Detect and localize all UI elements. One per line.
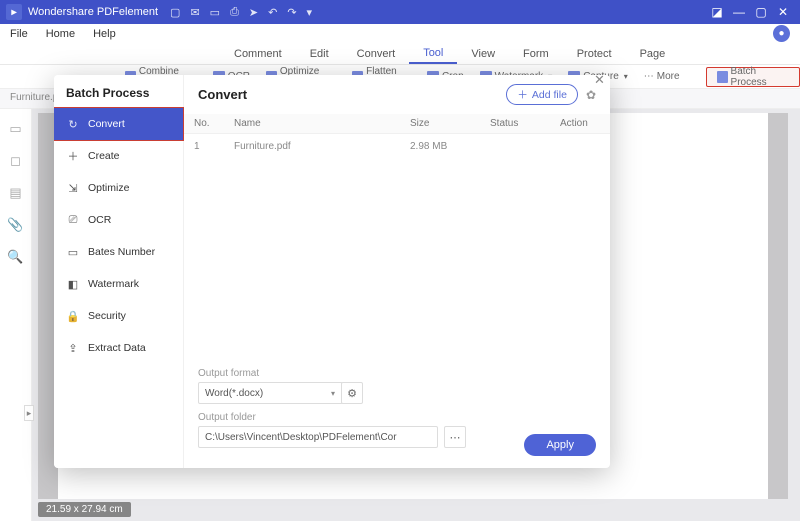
app-name: Wondershare PDFelement [28,6,158,18]
collapse-toggle[interactable]: ▸ [24,405,34,421]
open-icon[interactable]: ▢ [170,6,180,19]
tab-protect[interactable]: Protect [563,43,626,64]
output-format-select[interactable] [198,382,343,404]
sidebar-item-extract[interactable]: ⇪Extract Data [54,332,183,364]
menu-home[interactable]: Home [46,28,75,40]
plus-icon: ＋ [517,87,528,102]
dropdown-icon[interactable]: ▾ [307,6,313,19]
col-action: Action [550,114,610,134]
bates-icon: ▭ [66,245,80,259]
page-dimensions: 21.59 x 27.94 cm [38,502,131,517]
menu-help[interactable]: Help [93,28,116,40]
col-no: No. [184,114,224,134]
format-settings-button[interactable]: ⚙ [341,382,363,404]
more-icon: ⋯ [644,71,654,82]
tab-edit[interactable]: Edit [296,43,343,64]
add-file-button[interactable]: ＋Add file [506,84,578,105]
col-status: Status [480,114,550,134]
print-icon[interactable]: ⎙ [230,6,239,19]
app-logo: ▸ [6,4,22,20]
redo-icon[interactable]: ↷ [287,6,296,19]
maximize-button[interactable]: ▢ [750,5,772,19]
batch-title: Batch Process [54,75,183,108]
col-name: Name [224,114,400,134]
watermark2-icon: ◧ [66,277,80,291]
tool-more[interactable]: ⋯More [639,67,685,87]
batch-header: Convert ＋Add file ✿ [184,75,610,114]
apply-button[interactable]: Apply [524,434,596,456]
output-format-field: Output format ▾ ⚙ [198,368,596,404]
minimize-button[interactable]: ― [728,5,750,19]
extract-icon: ⇪ [66,341,80,355]
win-extra-icon[interactable]: ◪ [706,5,728,19]
undo-icon[interactable]: ↶ [268,6,277,19]
tab-form[interactable]: Form [509,43,563,64]
tab-view[interactable]: View [457,43,509,64]
tool-batch-process[interactable]: Batch Process [706,67,800,87]
titlebar: ▸ Wondershare PDFelement ▢ ✉ ▭ ⎙ ➤ ↶ ↷ ▾… [0,0,800,24]
save-icon[interactable]: ▭ [210,6,220,19]
comments-icon[interactable]: ▤ [9,185,21,201]
gear-icon: ⚙ [347,387,357,400]
tab-tool[interactable]: Tool [409,43,457,64]
bookmark-icon[interactable]: ◻ [10,153,21,169]
table-row[interactable]: 1 Furniture.pdf 2.98 MB [184,134,610,160]
sidebar-item-convert[interactable]: ↻Convert [54,108,183,140]
tabbar: Comment Edit Convert Tool View Form Prot… [0,43,800,65]
batch-main: Convert ＋Add file ✿ No. Name Size Status… [184,75,610,468]
sidebar-item-bates[interactable]: ▭Bates Number [54,236,183,268]
close-button[interactable]: ✕ [772,5,794,19]
file-table: No. Name Size Status Action 1 Furniture.… [184,114,610,159]
batch-process-modal: Batch Process ↻Convert ＋Create ⇲Optimize… [54,75,610,468]
sidebar-item-optimize[interactable]: ⇲Optimize [54,172,183,204]
output-folder-input[interactable] [198,426,438,448]
titlebar-quick-icons: ▢ ✉ ▭ ⎙ ➤ ↶ ↷ ▾ [170,6,312,19]
thumbnails-icon[interactable]: ▭ [9,121,21,137]
menubar: File Home Help ● [0,24,800,43]
output-folder-label: Output folder [198,412,596,423]
ocr2-icon: ⎚ [66,213,80,227]
mail-icon[interactable]: ✉ [190,6,199,19]
batch-icon [717,71,728,83]
tab-convert[interactable]: Convert [343,43,410,64]
share-icon[interactable]: ➤ [249,6,258,19]
left-sidestrip: ▭ ◻ ▤ 📎 🔍 [0,109,32,521]
convert-icon: ↻ [66,117,80,131]
sidebar-item-ocr[interactable]: ⎚OCR [54,204,183,236]
col-size: Size [400,114,480,134]
menu-file[interactable]: File [10,28,28,40]
tab-comment[interactable]: Comment [220,43,296,64]
tab-page[interactable]: Page [626,43,680,64]
modal-close-button[interactable]: ✕ [594,72,605,88]
optimize2-icon: ⇲ [66,181,80,195]
attachment-icon[interactable]: 📎 [7,217,23,233]
create-icon: ＋ [66,149,80,163]
search-icon[interactable]: 🔍 [7,249,23,265]
sidebar-item-watermark[interactable]: ◧Watermark [54,268,183,300]
sidebar-item-security[interactable]: 🔒Security [54,300,183,332]
batch-panel-title: Convert [198,87,498,102]
browse-folder-button[interactable]: ⋯ [444,426,466,448]
sidebar-item-create[interactable]: ＋Create [54,140,183,172]
output-format-label: Output format [198,368,596,379]
ellipsis-icon: ⋯ [450,431,461,444]
lock-icon: 🔒 [66,309,80,323]
chevron-down-icon: ▾ [624,72,628,81]
settings-icon[interactable]: ✿ [586,88,596,102]
user-avatar[interactable]: ● [773,25,790,42]
batch-sidebar: Batch Process ↻Convert ＋Create ⇲Optimize… [54,75,184,468]
